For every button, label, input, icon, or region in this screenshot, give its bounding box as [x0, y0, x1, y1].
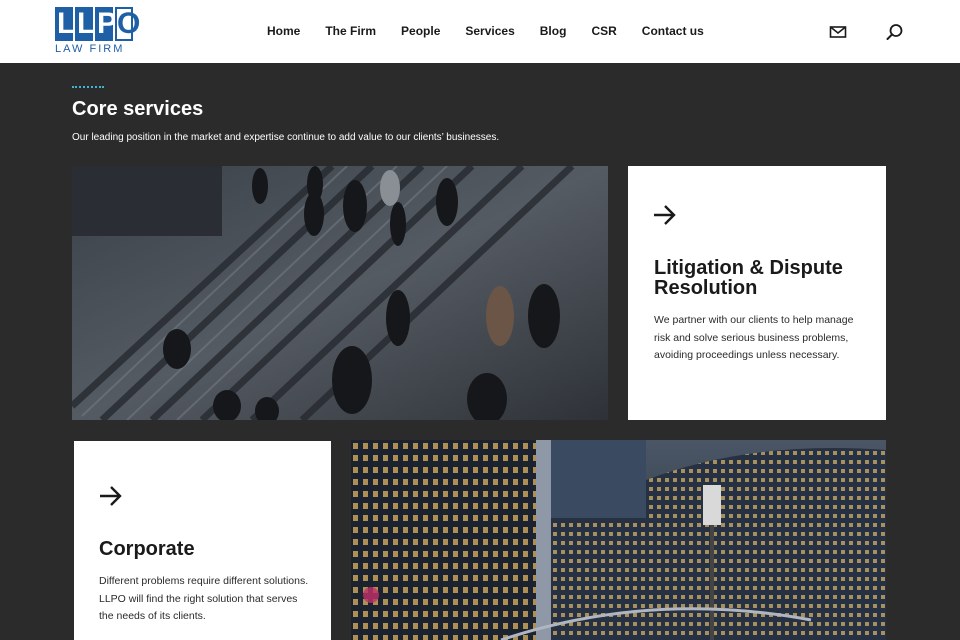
nav-services[interactable]: Services [465, 23, 514, 39]
section-title: Core services [72, 98, 204, 120]
mail-icon[interactable] [829, 23, 847, 41]
card-text: We partner with our clients to help mana… [654, 314, 854, 361]
nav-people[interactable]: People [401, 23, 440, 39]
logo-letter: O [115, 7, 141, 41]
logo-subtitle: LAW FIRM [55, 43, 125, 55]
service-card-litigation[interactable]: Litigation & Dispute Resolution We partn… [628, 166, 886, 420]
nav-blog[interactable]: Blog [540, 23, 567, 39]
nav-the-firm[interactable]: The Firm [325, 23, 376, 39]
nav-contact-us[interactable]: Contact us [642, 23, 704, 39]
card-title: Corporate [99, 538, 195, 560]
logo-mark: L L P O [55, 7, 141, 41]
arrow-right-icon[interactable] [653, 204, 677, 226]
logo-letter: P [95, 7, 118, 41]
arrow-right-icon[interactable] [99, 485, 123, 507]
section-dots-divider [72, 86, 104, 88]
site-header: L L P O LAW FIRM Home The Firm People Se… [0, 0, 960, 63]
logo-letter: L [75, 7, 96, 41]
section-subtitle: Our leading position in the market and e… [72, 132, 500, 143]
llpo-logo[interactable]: L L P O LAW FIRM [55, 7, 141, 57]
service-card-corporate[interactable]: Corporate Different problems require dif… [74, 441, 331, 640]
card-text: Different problems require different sol… [99, 575, 309, 622]
card-title: Litigation & Dispute Resolution [654, 257, 843, 299]
office-buildings-photo [351, 440, 886, 640]
nav-csr[interactable]: CSR [591, 23, 616, 39]
nav-home[interactable]: Home [267, 23, 300, 39]
people-on-stairs-photo [72, 166, 608, 420]
main-nav: Home The Firm People Services Blog CSR C… [267, 23, 729, 39]
search-icon[interactable] [886, 23, 904, 41]
logo-letter: L [55, 7, 76, 41]
